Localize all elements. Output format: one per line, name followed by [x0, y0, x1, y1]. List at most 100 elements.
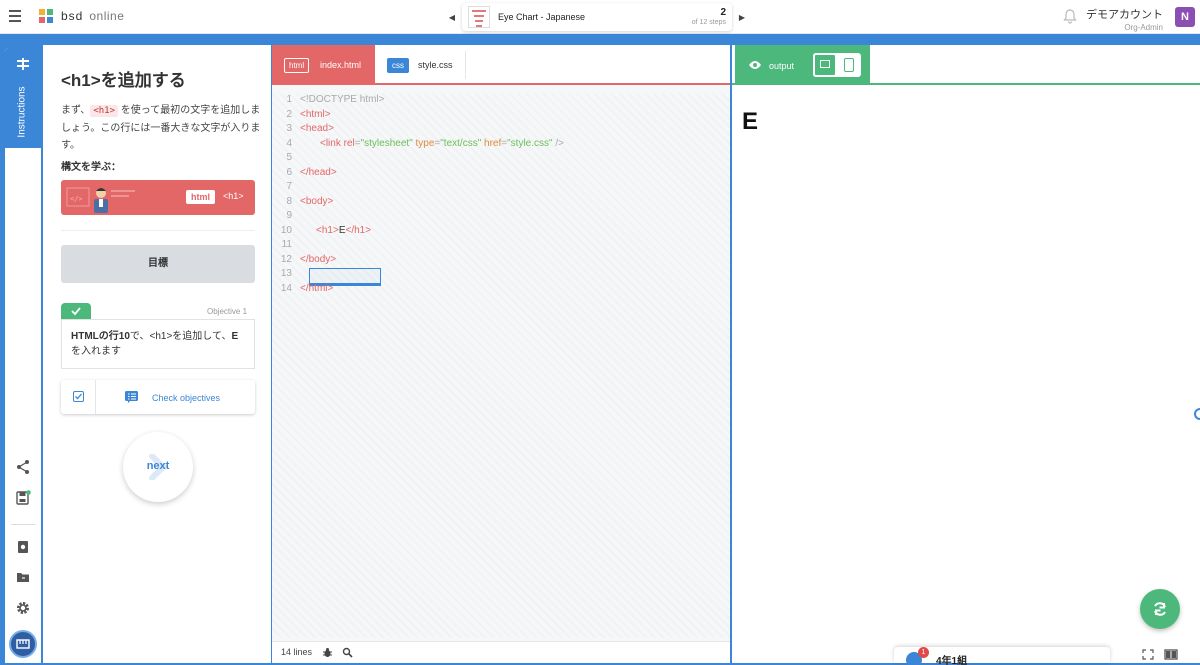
project-stepper: ◀​ Eye Chart - Japanese 2 of 12 steps ▶	[445, 2, 749, 32]
objective-checkbox[interactable]	[61, 380, 96, 414]
search-icon[interactable]	[342, 647, 353, 658]
tab-separator	[465, 51, 466, 79]
mobile-view-button[interactable]	[844, 58, 854, 72]
monitor-icon	[820, 60, 830, 68]
brand-name: bsd	[61, 9, 84, 23]
step-current: 2	[720, 7, 726, 18]
menu-icon[interactable]	[9, 10, 21, 22]
line-code: </body>	[300, 253, 337, 265]
line-code: <html>	[300, 108, 331, 120]
output-tab-label: output	[769, 61, 795, 71]
line-number: 10	[280, 224, 292, 236]
intro-text-a: まず、	[61, 105, 91, 116]
check-objectives-button[interactable]: Check objectives	[152, 393, 220, 403]
css-badge: css	[387, 58, 409, 73]
refresh-button[interactable]	[1140, 589, 1180, 629]
banner-h1-tag: <h1>	[223, 191, 244, 201]
attr-type: type	[415, 137, 435, 149]
line-number: 9	[286, 210, 292, 221]
instruction-title: <h1>を追加する	[61, 71, 186, 90]
skip-previous-icon[interactable]: ◀​	[445, 4, 459, 30]
file-tabs: html index.html css style.css	[272, 45, 730, 85]
line-number: 13	[280, 268, 292, 279]
line-code: <h1>E</h1>	[316, 224, 371, 238]
line-number: 6	[286, 166, 292, 178]
line-count: 14 lines	[281, 647, 313, 657]
next-button[interactable]: next	[123, 432, 193, 502]
check-objectives-row: Check objectives	[61, 380, 255, 414]
rail-divider	[11, 524, 35, 525]
left-rail: Instructions	[5, 48, 41, 663]
top-bar: bsd online ◀​ Eye Chart - Japanese 2 of 1…	[0, 0, 1200, 34]
line-code: <body>	[300, 195, 334, 207]
instructions-icon	[17, 58, 29, 70]
save-icon[interactable]	[15, 490, 31, 506]
objective-label: Objective 1	[207, 307, 248, 316]
account-name: デモアカウント	[1086, 9, 1163, 21]
goal-button[interactable]: 目標	[61, 245, 255, 283]
attr-rel-value: "stylesheet"	[360, 137, 413, 149]
line-number: 1	[286, 94, 292, 105]
intro-code-chip: <h1>	[90, 105, 118, 117]
step-card[interactable]: Eye Chart - Japanese 2 of 12 steps	[462, 3, 732, 31]
keyboard-icon[interactable]	[9, 630, 37, 658]
link-tag: <link	[320, 137, 344, 149]
line-number: 2	[286, 108, 292, 120]
code-area[interactable]: 1 <!DOCTYPE html> 2 <html> 3 <head> 4 <link …	[272, 93, 730, 638]
coder-illustration-icon: </>	[66, 187, 135, 213]
eye-icon	[749, 61, 761, 69]
line-number: 5	[286, 152, 292, 163]
svg-text:</>: </>	[70, 195, 83, 203]
desktop-view-button[interactable]	[813, 53, 837, 77]
learn-syntax-label: 構文を学ぶ：	[61, 162, 121, 173]
line-number: 4	[286, 137, 292, 149]
line-number: 8	[286, 195, 292, 207]
tab-output[interactable]: output	[735, 45, 870, 85]
checklist-icon	[125, 391, 138, 403]
account-menu[interactable]: デモアカウント Org-Admin	[1086, 6, 1163, 32]
checkbox-icon	[73, 391, 84, 402]
line-number: 11	[281, 239, 292, 250]
bug-icon[interactable]	[322, 647, 333, 658]
tab-instructions[interactable]: Instructions	[5, 48, 41, 148]
tab-index-html[interactable]: html index.html	[272, 45, 375, 85]
brand[interactable]: bsd online	[61, 9, 124, 23]
objective-end: を入れます	[71, 346, 121, 357]
line-code: </head>	[300, 166, 337, 178]
syntax-banner[interactable]: </> html <h1>	[61, 180, 255, 215]
output-panel: output E 1 4年1組	[732, 45, 1200, 665]
fullscreen-icon[interactable]	[1142, 649, 1154, 660]
objective-strong: HTMLの行10	[71, 331, 130, 342]
tab-instructions-label-wrap: Instructions	[7, 82, 37, 142]
divider	[61, 230, 255, 231]
line-code: <!DOCTYPE html>	[300, 94, 385, 105]
attr-type-value: "text/css"	[440, 137, 482, 149]
panel-resize-handle[interactable]	[1194, 408, 1200, 420]
output-toolbar: output	[732, 45, 1200, 85]
banner-html-badge: html	[186, 190, 215, 204]
eye-chart-thumbnail	[468, 6, 490, 28]
share-icon[interactable]	[15, 459, 31, 475]
link-close: />	[552, 137, 564, 149]
tab-file-name: style.css	[418, 60, 453, 70]
folder-icon[interactable]	[15, 569, 31, 585]
editor-status-bar: 14 lines	[272, 641, 730, 663]
keyboard-glyph	[16, 639, 30, 649]
objective-status-tab	[61, 303, 91, 319]
split-view-icon[interactable]	[1164, 649, 1178, 660]
skip-next-icon[interactable]: ▶	[735, 4, 749, 30]
gear-icon[interactable]	[15, 600, 31, 616]
bell-icon[interactable]	[1062, 8, 1078, 24]
class-chat-bar[interactable]: 1 4年1組	[894, 647, 1110, 665]
attr-href-value: "style.css"	[507, 137, 553, 149]
objective-box: HTMLの行10で、<h1>を追加して、E を入れます	[61, 319, 255, 369]
instructions-panel: <h1>を追加する まず、 <h1> を使って最初の文字を追加しましょう。この行に…	[43, 45, 271, 663]
line-code: <head>	[300, 123, 334, 134]
brand-sub: online	[89, 9, 125, 23]
preview-icon[interactable]	[15, 539, 31, 555]
tab-instructions-label: Instructions	[16, 86, 28, 138]
avatar[interactable]: N	[1175, 7, 1195, 27]
notification-badge: 1	[918, 647, 929, 658]
h1-open-tag: <h1>	[316, 224, 339, 236]
code-editor: html index.html css style.css 1 <!DOCTYPE…	[272, 45, 730, 663]
